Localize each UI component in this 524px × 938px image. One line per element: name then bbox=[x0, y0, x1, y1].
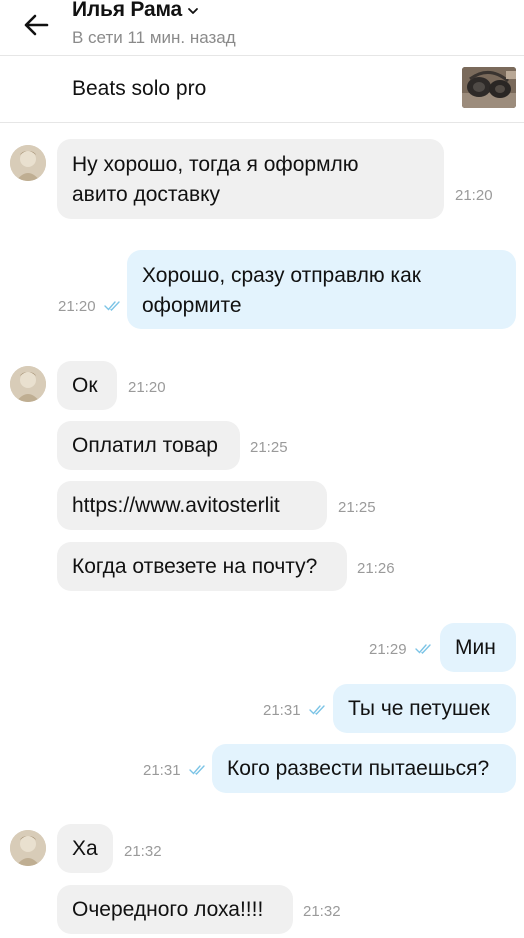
message-text-line: Ок bbox=[72, 374, 98, 397]
message-time: 21:26 bbox=[357, 560, 395, 577]
message-time: 21:20 bbox=[58, 298, 96, 315]
back-button[interactable] bbox=[20, 10, 52, 40]
arrow-left-icon bbox=[24, 14, 49, 36]
double-check-icon bbox=[104, 301, 120, 312]
message-text-line: Очередного лоха!!!! bbox=[72, 898, 264, 921]
listing-bar[interactable]: Beats solo pro bbox=[0, 56, 524, 122]
message-time: 21:31 bbox=[143, 762, 181, 779]
message-bubble-incoming[interactable]: Ок bbox=[57, 361, 117, 410]
message-text-line: оформите bbox=[142, 294, 242, 317]
message-text-line: Ну хорошо, тогда я оформлю bbox=[72, 153, 359, 176]
message-bubble-outgoing[interactable]: Ты че петушек bbox=[333, 684, 516, 733]
message-text-line: Ты че петушек bbox=[348, 697, 490, 720]
double-check-icon bbox=[189, 765, 205, 776]
contact-name[interactable]: Илья Рама bbox=[72, 0, 182, 22]
message-bubble-incoming[interactable]: Ха bbox=[57, 824, 113, 873]
message-time: 21:31 bbox=[263, 702, 301, 719]
avatar[interactable] bbox=[10, 366, 46, 402]
message-text-line: авито доставку bbox=[72, 183, 221, 206]
message-text-line: Мин bbox=[455, 636, 496, 659]
message-link[interactable]: https://www.avitosterlit bbox=[72, 491, 280, 521]
message-bubble-incoming[interactable]: https://www.avitosterlit bbox=[57, 481, 327, 530]
message-bubble-outgoing[interactable]: Кого развести пытаешься? bbox=[212, 744, 516, 793]
message-time: 21:20 bbox=[455, 187, 493, 204]
message-bubble-incoming[interactable]: Оплатил товар bbox=[57, 421, 240, 470]
message-time: 21:25 bbox=[338, 499, 376, 516]
contact-status: В сети 11 мин. назад bbox=[72, 28, 236, 47]
listing-title[interactable]: Beats solo pro bbox=[72, 77, 206, 101]
message-text-line: Оплатил товар bbox=[72, 434, 218, 457]
avatar[interactable] bbox=[10, 830, 46, 866]
listing-divider bbox=[0, 122, 524, 123]
avatar[interactable] bbox=[10, 145, 46, 181]
message-bubble-incoming[interactable]: Ну хорошо, тогда я оформлю авито доставк… bbox=[57, 139, 444, 219]
chevron-down-icon[interactable] bbox=[186, 4, 200, 18]
message-bubble-incoming[interactable]: Очередного лоха!!!! bbox=[57, 885, 293, 934]
message-bubble-incoming[interactable]: Когда отвезете на почту? bbox=[57, 542, 347, 591]
double-check-icon bbox=[309, 705, 325, 716]
message-time: 21:32 bbox=[124, 843, 162, 860]
message-time: 21:29 bbox=[369, 641, 407, 658]
message-time: 21:32 bbox=[303, 903, 341, 920]
message-text-line: Когда отвезете на почту? bbox=[72, 555, 318, 578]
listing-thumbnail[interactable] bbox=[462, 67, 516, 108]
message-time: 21:20 bbox=[128, 379, 166, 396]
message-text-line: Хорошо, сразу отправлю как bbox=[142, 264, 421, 287]
message-time: 21:25 bbox=[250, 439, 288, 456]
message-bubble-outgoing[interactable]: Хорошо, сразу отправлю как оформите bbox=[127, 250, 516, 329]
double-check-icon bbox=[415, 644, 431, 655]
message-text-line: Кого развести пытаешься? bbox=[227, 757, 490, 780]
message-bubble-outgoing[interactable]: Мин bbox=[440, 623, 516, 672]
chat-header: Илья Рама В сети 11 мин. назад bbox=[0, 0, 524, 55]
message-text-line: Ха bbox=[72, 837, 98, 860]
